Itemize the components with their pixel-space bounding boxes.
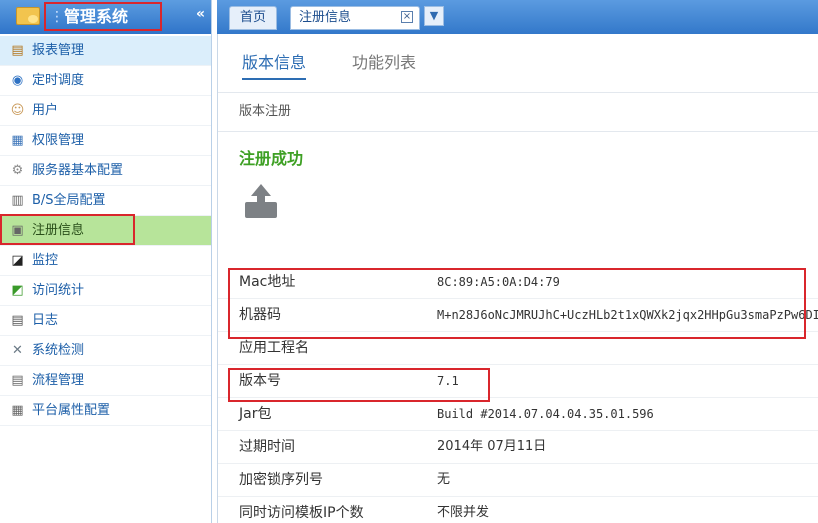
sidebar-item-label: 流程管理 bbox=[32, 373, 85, 388]
sidebar-item-label: B/S全局配置 bbox=[32, 193, 106, 208]
tools-icon: ✕ bbox=[12, 343, 23, 358]
tab-registration-label: 注册信息 bbox=[299, 10, 352, 25]
info-value: 不限并发 bbox=[437, 505, 490, 520]
sidebar-item[interactable]: ▤ 流程管理 bbox=[0, 366, 211, 396]
sidebar-item-label: 日志 bbox=[32, 313, 59, 328]
sidebar-item[interactable]: ◉ 定时调度 bbox=[0, 66, 211, 96]
upload-icon[interactable] bbox=[244, 184, 278, 220]
sidebar-item-label: 权限管理 bbox=[32, 133, 85, 148]
sidebar-item[interactable]: ▦ 权限管理 bbox=[0, 126, 211, 156]
info-value: 2014年 07月11日 bbox=[437, 439, 547, 454]
info-row: Jar包 Build #2014.07.04.04.35.01.596 bbox=[218, 398, 818, 431]
sidebar-item[interactable]: ▤ 报表管理 bbox=[0, 36, 211, 66]
registration-status: 注册成功 bbox=[239, 149, 304, 168]
sidebar-item[interactable]: ▥ B/S全局配置 bbox=[0, 186, 211, 216]
log-icon: ▤ bbox=[11, 313, 24, 328]
sidebar-item[interactable]: ▦ 平台属性配置 bbox=[0, 396, 211, 426]
sidebar-item-label: 用户 bbox=[32, 103, 59, 118]
close-tab-icon[interactable]: × bbox=[401, 11, 413, 23]
sidebar-item[interactable]: ☺ 用户 bbox=[0, 96, 211, 126]
document-icon: ▦ bbox=[11, 133, 24, 148]
sidebar-item[interactable]: ✕ 系统检测 bbox=[0, 336, 211, 366]
server-icon: ▥ bbox=[11, 193, 24, 208]
sidebar-item-label: 平台属性配置 bbox=[32, 403, 111, 418]
info-value: 无 bbox=[437, 472, 451, 487]
highlight-version bbox=[228, 368, 490, 402]
chart-icon: ◩ bbox=[11, 283, 24, 298]
info-value: Build #2014.07.04.04.35.01.596 bbox=[437, 407, 654, 421]
subtab-function-list[interactable]: 功能列表 bbox=[352, 52, 416, 74]
monitor-icon: ◪ bbox=[11, 253, 24, 268]
gear-icon: ⚙ bbox=[11, 163, 24, 178]
sidebar-item-label: 报表管理 bbox=[32, 43, 85, 58]
sidebar-item-label: 服务器基本配置 bbox=[32, 163, 124, 178]
sidebar-header: ⋮ 管理系统 « bbox=[0, 0, 211, 34]
info-row: 过期时间 2014年 07月11日 bbox=[218, 431, 818, 464]
highlight-registration-item bbox=[0, 214, 135, 245]
collapse-sidebar-button[interactable]: « bbox=[196, 6, 205, 22]
tab-home[interactable]: 首页 bbox=[229, 6, 277, 30]
app-title-highlight: ⋮ 管理系统 bbox=[44, 2, 162, 31]
sub-tabs: 版本信息 功能列表 bbox=[218, 34, 818, 92]
highlight-mac-machine-code bbox=[228, 268, 806, 339]
info-key: 同时访问模板IP个数 bbox=[239, 505, 364, 521]
report-icon: ▤ bbox=[11, 43, 24, 58]
section-title: 版本注册 bbox=[218, 92, 818, 132]
sidebar-item-label: 系统检测 bbox=[32, 343, 85, 358]
sidebar-item-label: 访问统计 bbox=[32, 283, 85, 298]
clock-icon: ◉ bbox=[11, 73, 24, 88]
flow-icon: ▤ bbox=[11, 373, 24, 388]
subtab-version-info[interactable]: 版本信息 bbox=[242, 52, 307, 80]
sidebar-item[interactable]: ⚙ 服务器基本配置 bbox=[0, 156, 211, 186]
info-key: 过期时间 bbox=[239, 439, 295, 455]
app-title: 管理系统 bbox=[64, 7, 129, 26]
sidebar-item[interactable]: ▤ 日志 bbox=[0, 306, 211, 336]
user-icon: ☺ bbox=[10, 103, 25, 118]
info-value: 7.1 bbox=[437, 374, 459, 388]
info-row: 加密锁序列号 无 bbox=[218, 464, 818, 497]
folder-logo-icon bbox=[16, 7, 40, 25]
sidebar-item[interactable]: ◪ 监控 bbox=[0, 246, 211, 276]
sidebar-item[interactable]: ◩ 访问统计 bbox=[0, 276, 211, 306]
tab-registration[interactable]: 注册信息 × bbox=[290, 6, 420, 30]
info-key: 加密锁序列号 bbox=[239, 472, 323, 488]
dots-icon: ⋮ bbox=[50, 9, 64, 25]
info-row: 同时访问模板IP个数 不限并发 bbox=[218, 497, 818, 523]
sidebar: ⋮ 管理系统 « ▤ 报表管理 ◉ 定时调度 ☺ 用户 ▦ 权限管理 ⚙ 服务器基本配置 ▥ B/S全… bbox=[0, 0, 212, 523]
info-key: 应用工程名 bbox=[239, 340, 309, 356]
sidebar-item-label: 定时调度 bbox=[32, 73, 85, 88]
info-key: Jar包 bbox=[239, 406, 272, 422]
settings-icon: ▦ bbox=[11, 403, 24, 418]
tab-menu-dropdown-icon[interactable]: ▼ bbox=[424, 6, 444, 26]
sidebar-item-label: 监控 bbox=[32, 253, 59, 268]
tab-bar: 首页 注册信息 × ▼ bbox=[217, 0, 818, 34]
